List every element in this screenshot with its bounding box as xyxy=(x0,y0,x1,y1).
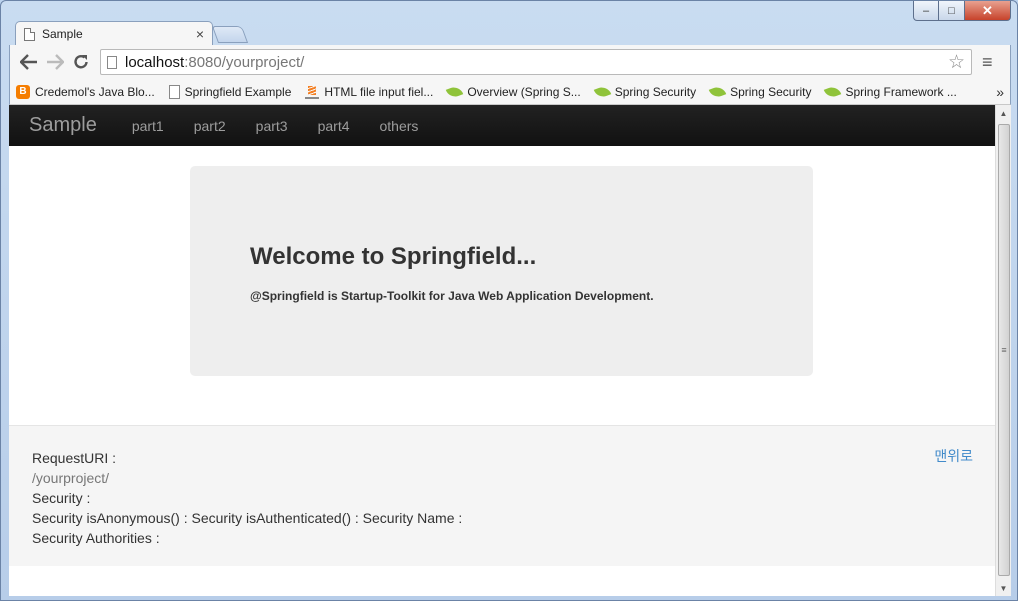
bookmark-label: Credemol's Java Blo... xyxy=(35,84,155,99)
bookmark-star-icon[interactable]: ☆ xyxy=(948,51,965,74)
reload-button[interactable] xyxy=(68,49,94,75)
security-authorities: Security Authorities : xyxy=(32,530,160,546)
back-button[interactable] xyxy=(16,49,42,75)
welcome-subtitle: @Springfield is Startup-Toolkit for Java… xyxy=(250,289,654,303)
brand-link[interactable]: Sample xyxy=(29,114,97,137)
browser-window: – □ ✕ Sample × localhost:8080/yourprojec… xyxy=(0,0,1018,601)
nav-link-part4[interactable]: part4 xyxy=(318,118,350,134)
forward-button[interactable] xyxy=(42,49,68,75)
request-uri-label: RequestURI : xyxy=(32,450,117,466)
request-uri-value: /yourproject/ xyxy=(32,470,110,486)
more-bookmarks-button[interactable]: » xyxy=(996,84,1004,100)
bookmark-label: Springfield Example xyxy=(184,84,292,99)
page-icon xyxy=(168,84,180,99)
nav-link-part3[interactable]: part3 xyxy=(256,118,288,134)
url-path: :8080/yourproject/ xyxy=(184,53,305,71)
browser-toolbar: localhost:8080/yourproject/ ☆ ≡ xyxy=(9,45,1011,79)
menu-icon[interactable]: ≡ xyxy=(982,52,993,73)
bookmark-item[interactable]: B Credemol's Java Blo... xyxy=(16,84,155,99)
bookmark-label: Spring Security xyxy=(730,84,812,99)
address-bar[interactable]: localhost:8080/yourproject/ ☆ xyxy=(100,49,972,75)
spring-leaf-icon xyxy=(593,84,611,99)
blogger-icon: B xyxy=(16,84,30,99)
maximize-button[interactable]: □ xyxy=(939,1,965,21)
stackoverflow-icon xyxy=(305,85,320,99)
tab-title: Sample xyxy=(42,27,83,41)
window-controls: – □ ✕ xyxy=(913,1,1011,21)
bookmark-item[interactable]: Springfield Example xyxy=(168,84,292,99)
page-icon xyxy=(107,55,117,69)
footer: RequestURI : /yourproject/ Security : Se… xyxy=(9,425,995,566)
bookmark-label: Spring Framework ... xyxy=(845,84,957,99)
page-icon xyxy=(24,27,35,41)
reload-icon xyxy=(74,55,88,69)
new-tab-button[interactable] xyxy=(211,26,249,43)
site-navbar: Sample part1 part2 part3 part4 others xyxy=(9,105,995,146)
nav-link-part1[interactable]: part1 xyxy=(132,118,164,134)
bookmark-label: Overview (Spring S... xyxy=(467,84,581,99)
bookmarks-bar: B Credemol's Java Blo... Springfield Exam… xyxy=(9,79,1011,105)
bookmark-item[interactable]: Spring Framework ... xyxy=(824,84,957,99)
tab-sample[interactable]: Sample × xyxy=(15,21,213,46)
security-label: Security : xyxy=(32,490,91,506)
spring-leaf-icon xyxy=(824,84,842,99)
scroll-down-icon[interactable]: ▼ xyxy=(996,580,1011,596)
tab-strip: Sample × xyxy=(9,21,909,46)
bookmark-item[interactable]: Spring Security xyxy=(593,84,697,99)
scroll-up-icon[interactable]: ▲ xyxy=(996,105,1011,121)
bookmark-item[interactable]: Overview (Spring S... xyxy=(446,84,581,99)
vertical-scrollbar[interactable]: ▲ ≡ ▼ xyxy=(995,105,1011,596)
back-to-top-link[interactable]: 맨위로 xyxy=(934,446,973,466)
bookmark-item[interactable]: HTML file input fiel... xyxy=(305,85,433,99)
jumbotron: Welcome to Springfield... @Springfield i… xyxy=(190,166,813,376)
bookmark-label: Spring Security xyxy=(614,84,697,99)
nav-link-part2[interactable]: part2 xyxy=(194,118,226,134)
minimize-button[interactable]: – xyxy=(913,1,939,21)
nav-link-others[interactable]: others xyxy=(380,118,419,134)
back-arrow-icon xyxy=(20,54,37,70)
security-status: Security isAnonymous() : Security isAuth… xyxy=(32,510,463,526)
tab-close-icon[interactable]: × xyxy=(196,26,204,42)
url-host: localhost xyxy=(125,53,185,71)
scrollbar-thumb[interactable]: ≡ xyxy=(998,124,1010,576)
spring-leaf-icon xyxy=(708,84,727,99)
bookmark-item[interactable]: Spring Security xyxy=(708,84,812,99)
close-window-button[interactable]: ✕ xyxy=(965,1,1011,21)
welcome-heading: Welcome to Springfield... xyxy=(250,243,537,270)
spring-leaf-icon xyxy=(446,84,464,99)
page-viewport: Sample part1 part2 part3 part4 others We… xyxy=(9,105,995,596)
bookmark-label: HTML file input fiel... xyxy=(324,84,434,99)
forward-arrow-icon xyxy=(47,54,64,70)
